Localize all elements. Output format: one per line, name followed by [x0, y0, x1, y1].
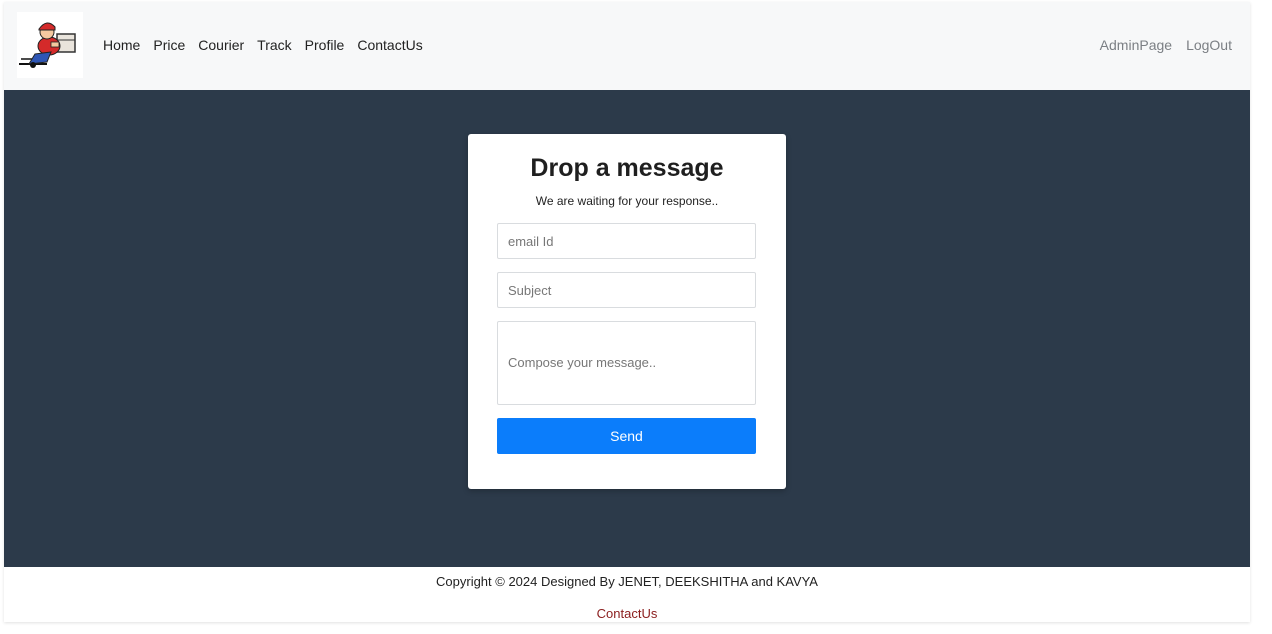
- nav-contactus-link[interactable]: ContactUs: [357, 37, 422, 53]
- nav-logout-link[interactable]: LogOut: [1186, 37, 1232, 53]
- message-textarea[interactable]: [497, 321, 756, 405]
- account-nav: AdminPage LogOut: [1100, 37, 1232, 53]
- nav-price-link[interactable]: Price: [153, 37, 185, 53]
- contact-section: Drop a message We are waiting for your r…: [4, 90, 1250, 567]
- nav-home-link[interactable]: Home: [103, 37, 140, 53]
- footer: Copyright © 2024 Designed By JENET, DEEK…: [4, 567, 1250, 622]
- page: Home Price Courier Track Profile Contact…: [4, 2, 1250, 622]
- send-button[interactable]: Send: [497, 418, 756, 454]
- navbar: Home Price Courier Track Profile Contact…: [4, 2, 1250, 91]
- subject-input[interactable]: [497, 272, 756, 308]
- nav-courier-link[interactable]: Courier: [198, 37, 244, 53]
- copyright-text: Copyright © 2024 Designed By JENET, DEEK…: [436, 574, 818, 589]
- nav-profile-link[interactable]: Profile: [305, 37, 345, 53]
- nav-track-link[interactable]: Track: [257, 37, 291, 53]
- form-subtitle: We are waiting for your response..: [535, 194, 719, 208]
- nav-adminpage-link[interactable]: AdminPage: [1100, 37, 1172, 53]
- courier-logo-icon[interactable]: [17, 12, 83, 78]
- footer-contactus-link[interactable]: ContactUs: [4, 606, 1250, 621]
- contact-form-card: Drop a message We are waiting for your r…: [468, 134, 786, 489]
- main-nav: Home Price Courier Track Profile Contact…: [103, 37, 423, 53]
- form-title: Drop a message: [530, 154, 724, 182]
- email-input[interactable]: [497, 223, 756, 259]
